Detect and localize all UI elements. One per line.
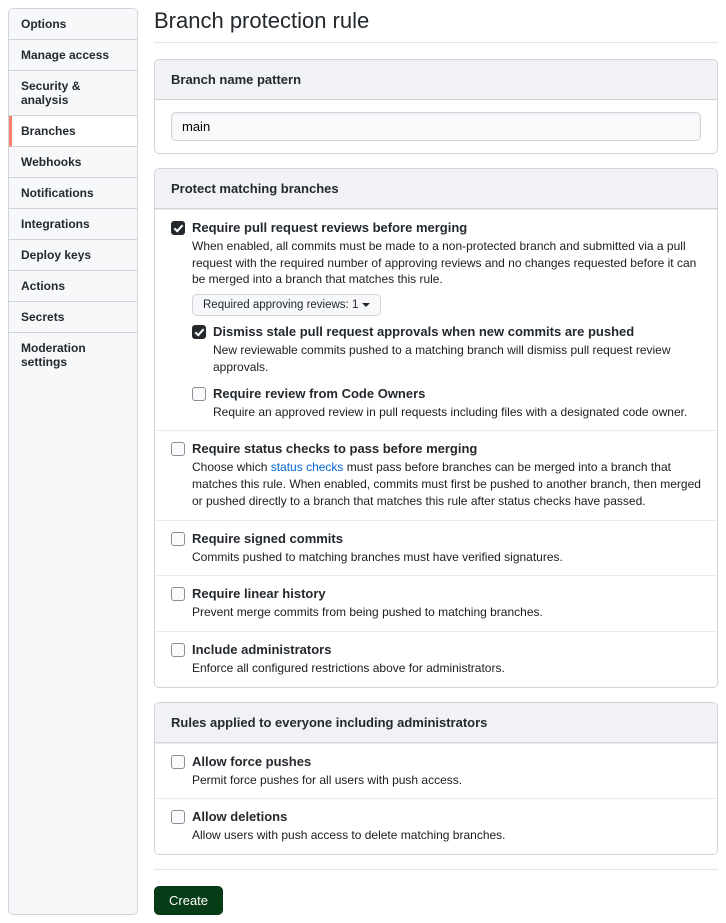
checkbox-status-checks[interactable]	[171, 442, 185, 456]
rule-desc: Choose which status checks must pass bef…	[192, 459, 701, 509]
sidebar-item-moderation-settings[interactable]: Moderation settings	[9, 333, 137, 377]
sidebar-item-branches[interactable]: Branches	[9, 116, 137, 147]
rule-include-admins: Include administrators Enforce all confi…	[155, 631, 717, 687]
main-content: Branch protection rule Branch name patte…	[154, 8, 718, 915]
sidebar-item-options[interactable]: Options	[9, 9, 137, 40]
sidebar-item-deploy-keys[interactable]: Deploy keys	[9, 240, 137, 271]
sidebar-item-integrations[interactable]: Integrations	[9, 209, 137, 240]
page-title: Branch protection rule	[154, 8, 718, 34]
checkbox-codeowners[interactable]	[192, 387, 206, 401]
rule-desc: Commits pushed to matching branches must…	[192, 549, 701, 566]
rule-title: Allow force pushes	[192, 754, 701, 771]
sidebar-item-actions[interactable]: Actions	[9, 271, 137, 302]
branch-pattern-input[interactable]	[171, 112, 701, 141]
rule-status-checks: Require status checks to pass before mer…	[155, 430, 717, 519]
checkbox-deletions[interactable]	[171, 810, 185, 824]
divider	[154, 869, 718, 870]
rule-title: Require status checks to pass before mer…	[192, 441, 701, 458]
rule-title: Require pull request reviews before merg…	[192, 220, 701, 237]
rule-force-pushes: Allow force pushes Permit force pushes f…	[155, 743, 717, 799]
rule-desc: Prevent merge commits from being pushed …	[192, 604, 701, 621]
rule-require-pr: Require pull request reviews before merg…	[155, 209, 717, 430]
sidebar-item-security-analysis[interactable]: Security & analysis	[9, 71, 137, 116]
sidebar-item-manage-access[interactable]: Manage access	[9, 40, 137, 71]
rule-title: Require signed commits	[192, 531, 701, 548]
status-checks-link[interactable]: status checks	[271, 460, 344, 474]
rule-desc: Require an approved review in pull reque…	[213, 404, 701, 421]
chevron-down-icon	[362, 303, 370, 307]
create-button[interactable]: Create	[154, 886, 223, 915]
rule-allow-deletions: Allow deletions Allow users with push ac…	[155, 798, 717, 854]
rule-title: Allow deletions	[192, 809, 701, 826]
settings-sidebar: OptionsManage accessSecurity & analysisB…	[8, 8, 138, 915]
rule-title: Include administrators	[192, 642, 701, 659]
rule-desc: Enforce all configured restrictions abov…	[192, 660, 701, 677]
branch-pattern-panel: Branch name pattern	[154, 59, 718, 154]
sidebar-item-secrets[interactable]: Secrets	[9, 302, 137, 333]
checkbox-dismiss-stale[interactable]	[192, 325, 206, 339]
checkbox-linear[interactable]	[171, 587, 185, 601]
checkbox-signed[interactable]	[171, 532, 185, 546]
rule-title: Require linear history	[192, 586, 701, 603]
protect-branches-panel: Protect matching branches Require pull r…	[154, 168, 718, 688]
sidebar-item-webhooks[interactable]: Webhooks	[9, 147, 137, 178]
rule-desc: Allow users with push access to delete m…	[192, 827, 701, 844]
rule-linear-history: Require linear history Prevent merge com…	[155, 575, 717, 631]
protect-heading: Protect matching branches	[155, 169, 717, 209]
checkbox-admins[interactable]	[171, 643, 185, 657]
rule-signed-commits: Require signed commits Commits pushed to…	[155, 520, 717, 576]
sidebar-item-notifications[interactable]: Notifications	[9, 178, 137, 209]
required-reviews-dropdown[interactable]: Required approving reviews: 1	[192, 294, 381, 316]
branch-pattern-heading: Branch name pattern	[155, 60, 717, 100]
rule-desc: New reviewable commits pushed to a match…	[213, 342, 701, 376]
everyone-heading: Rules applied to everyone including admi…	[155, 703, 717, 743]
divider	[154, 42, 718, 43]
rule-title: Require review from Code Owners	[213, 386, 701, 403]
checkbox-require-pr[interactable]	[171, 221, 185, 235]
dropdown-label: Required approving reviews: 1	[203, 299, 358, 311]
rule-desc: Permit force pushes for all users with p…	[192, 772, 701, 789]
everyone-panel: Rules applied to everyone including admi…	[154, 702, 718, 855]
checkbox-force-pushes[interactable]	[171, 755, 185, 769]
rule-title: Dismiss stale pull request approvals whe…	[213, 324, 701, 341]
rule-desc: When enabled, all commits must be made t…	[192, 238, 701, 288]
